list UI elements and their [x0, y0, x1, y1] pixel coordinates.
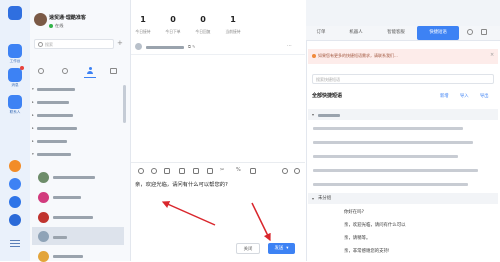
- quick-reply-text[interactable]: 亲，请稍等。: [344, 235, 370, 241]
- tab-robot[interactable]: 机器人: [336, 26, 376, 40]
- export-link[interactable]: 导出: [480, 93, 489, 99]
- quick-reply-row[interactable]: [313, 183, 468, 186]
- quick-section-title: 全部快捷短语: [312, 93, 343, 99]
- annotation-arrow-send: [251, 202, 271, 242]
- quick-reply-row[interactable]: [313, 141, 473, 144]
- expand-icon[interactable]: ▾: [312, 196, 314, 201]
- tab-orders[interactable]: 订单: [306, 26, 336, 40]
- import-link[interactable]: 导入: [460, 93, 469, 99]
- annotation-arrow-input: [161, 201, 216, 226]
- tab-smart-service[interactable]: 智能客服: [376, 26, 416, 40]
- quick-search-placeholder: 搜索快捷短语: [316, 76, 340, 82]
- tab-quick-replies[interactable]: 快捷短语: [417, 26, 459, 40]
- right-panel-top: [306, 0, 500, 26]
- quick-reply-row[interactable]: [313, 169, 478, 172]
- group-header-ungrouped[interactable]: [308, 193, 498, 204]
- notice-text: 如果您有更多的快捷短语需求，请联系我们...: [318, 53, 398, 58]
- share-icon[interactable]: [481, 29, 487, 35]
- quick-search-input[interactable]: 搜索快捷短语: [312, 74, 494, 84]
- warning-icon: [312, 54, 316, 58]
- quick-reply-text[interactable]: 你好在吗?: [344, 209, 364, 215]
- quick-reply-text[interactable]: 亲，非常感谢您的支持!: [344, 248, 390, 254]
- add-link[interactable]: 新增: [440, 93, 449, 99]
- close-icon[interactable]: ×: [490, 52, 494, 58]
- quick-reply-row[interactable]: [313, 127, 463, 130]
- quick-reply-row[interactable]: [313, 155, 458, 158]
- expand-icon[interactable]: ▾: [312, 112, 314, 117]
- group-title: 未分组: [318, 196, 332, 201]
- quick-reply-text[interactable]: 亲，欢迎光临，请问有什么可以: [344, 222, 405, 228]
- like-icon[interactable]: [467, 29, 473, 35]
